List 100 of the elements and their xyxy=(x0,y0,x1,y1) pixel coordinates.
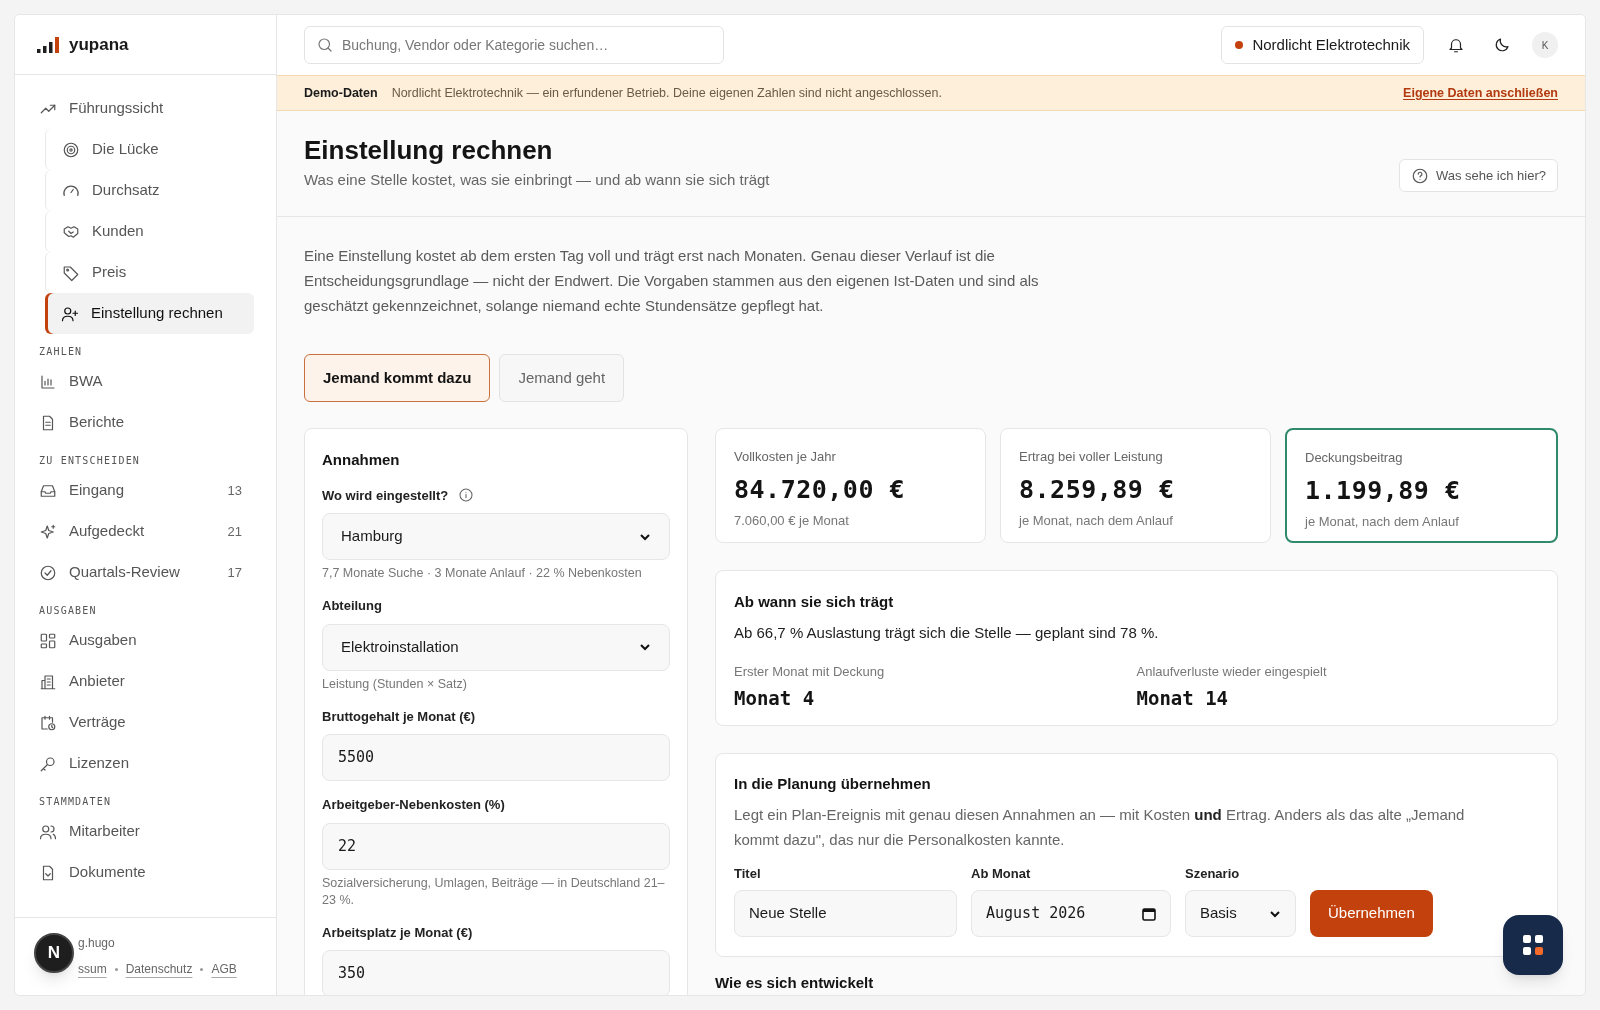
nav-item[interactable]: Die Lücke xyxy=(46,129,254,170)
footer-link[interactable]: AGB xyxy=(211,960,237,978)
select-field[interactable]: Elektroinstallation xyxy=(322,623,670,671)
logo-icon xyxy=(37,36,61,53)
breakeven-text: Ab 66,7 % Auslastung trägt sich die Stelle — geplant sind 78 %. xyxy=(734,622,1160,643)
search-icon xyxy=(316,36,334,54)
field-label: Szenario xyxy=(1185,864,1241,883)
input-field[interactable]: 350 xyxy=(322,950,670,995)
kpi-note: je Monat, nach dem Anlauf xyxy=(1019,512,1174,530)
kpi-value: 84.720,00 € xyxy=(734,473,907,506)
field-hint: Leistung (Stunden × Satz) xyxy=(322,675,468,693)
nav-label: Lizenzen xyxy=(69,753,131,774)
calendar-clock-icon xyxy=(39,713,57,732)
nav-item[interactable]: Einstellung rechnen xyxy=(45,293,254,334)
nav-item[interactable]: Preis xyxy=(46,252,254,293)
intro-paragraph: Eine Einstellung kostet ab dem ersten Tag voll und trägt erst nach Monaten. Genau dieser Verlauf ist die Entscheidungsgrundlage — nicht der Endwert. Die Vorgaben stammen aus den eigenen Ist-Daten und sind als geschätzt gekennzeichnet, solange niemand echte Stundensätze gepflegt hat. xyxy=(304,246,1040,316)
page-title: Einstellung rechnen xyxy=(304,134,554,167)
nav-item[interactable]: Mitarbeiter xyxy=(37,811,254,852)
card-title: Ab wann sie sich trägt xyxy=(734,592,895,612)
nav-label: Anbieter xyxy=(69,671,126,692)
field-label: Wo wird eingestellt? xyxy=(322,486,449,505)
count: 13 xyxy=(227,481,243,500)
card-title: Annahmen xyxy=(322,450,401,470)
users-icon xyxy=(39,822,57,841)
nav-label: Ausgaben xyxy=(69,630,138,651)
bell-icon xyxy=(1447,36,1465,54)
target-icon xyxy=(62,140,80,159)
field-label: Bruttogehalt je Monat (€) xyxy=(322,707,476,726)
nav-item[interactable]: Verträge xyxy=(37,702,254,743)
nav-item[interactable]: Durchsatz xyxy=(46,170,254,211)
select-field[interactable]: Hamburg xyxy=(322,513,670,560)
footer-link[interactable]: ssum xyxy=(78,960,107,978)
section-heading: ZAHLEN xyxy=(38,345,84,359)
card-title: In die Planung übernehmen xyxy=(734,774,932,794)
nav-item[interactable]: BWA xyxy=(37,361,254,402)
sparkle-icon xyxy=(39,522,57,541)
kpi-note: je Monat, nach dem Anlauf xyxy=(1305,513,1460,531)
key-icon xyxy=(39,754,57,773)
tab[interactable]: Jemand kommt dazu xyxy=(304,354,491,402)
kpi-value: 1.199,89 € xyxy=(1305,474,1462,507)
nav-item[interactable]: Anbieter xyxy=(37,661,254,702)
grid-icon xyxy=(39,631,57,650)
nav-item[interactable]: Aufgedeckt 21 xyxy=(37,511,254,552)
nav-label: Dokumente xyxy=(69,862,147,883)
kpi-value: 8.259,89 € xyxy=(1019,473,1176,506)
credit-text: g.hugo xyxy=(78,936,115,950)
nav-label: Aufgedeckt xyxy=(69,521,146,542)
field-hint: Sozialversicherung, Umlagen, Beiträge — in Deutschland 21–23 %. xyxy=(322,874,666,909)
count: 21 xyxy=(227,522,243,541)
metric-value: Monat 4 xyxy=(734,685,816,711)
tab[interactable]: Jemand geht xyxy=(499,354,625,402)
nav-item[interactable]: Dokumente xyxy=(37,852,254,893)
select-field[interactable]: Basis xyxy=(1185,890,1296,937)
banner-label: Demo-Daten xyxy=(304,84,378,102)
apply-button[interactable]: Übernehmen xyxy=(1310,890,1433,937)
chevron-down-icon xyxy=(639,641,651,653)
input-field[interactable]: 22 xyxy=(322,822,670,870)
input-field[interactable]: 5500 xyxy=(322,734,670,781)
input-field[interactable]: Neue Stelle xyxy=(734,890,957,937)
nav-item[interactable]: Ausgaben xyxy=(37,620,254,661)
field-label: Arbeitsplatz je Monat (€) xyxy=(322,923,473,942)
metric-label: Erster Monat mit Deckung xyxy=(734,663,886,681)
field-label: Arbeitgeber-Nebenkosten (%) xyxy=(322,796,505,814)
nav-label: Quartals-Review xyxy=(69,562,181,583)
avatar[interactable]: K xyxy=(1532,32,1558,58)
search-field[interactable]: Buchung, Vendor oder Kategorie suchen… xyxy=(304,26,724,64)
kpi-label: Vollkosten je Jahr xyxy=(734,448,837,466)
count: 17 xyxy=(227,563,243,582)
section-heading: STAMMDATEN xyxy=(38,795,113,809)
nav-item[interactable]: Lizenzen xyxy=(37,743,254,784)
company-button[interactable]: Nordlicht Elektrotechnik xyxy=(1221,26,1424,64)
grid-icon xyxy=(1522,934,1544,956)
moon-icon xyxy=(1493,36,1511,54)
help-icon xyxy=(1410,166,1429,185)
app-menu-button[interactable] xyxy=(1503,915,1563,975)
brand-name: yupana xyxy=(69,33,129,56)
nav-item[interactable]: Führungssicht xyxy=(37,88,254,129)
input-field[interactable]: August 2026 xyxy=(971,890,1171,937)
kpi-note: 7.060,00 € je Monat xyxy=(734,512,850,530)
banner-text: Nordlicht Elektrotechnik — ein erfundener Betrieb. Deine eigenen Zahlen sind nicht angeschlossen. xyxy=(391,84,943,102)
page-subtitle: Was eine Stelle kostet, was sie einbringt — und ab wann sie sich trägt xyxy=(304,170,771,190)
metric-label: Anlaufverluste wieder eingespielt xyxy=(1136,663,1328,681)
check-circle-icon xyxy=(39,563,57,582)
help-button[interactable]: Was sehe ich hier? xyxy=(1398,159,1558,192)
footer-link[interactable]: Datenschutz xyxy=(125,960,193,978)
planning-text: Legt ein Plan-Ereignis mit genau diesen Annahmen an — mit Kosten und Ertrag. Anders als das alte „Jemand kommt dazu", das nur die Personalkosten kannte. xyxy=(734,804,1466,850)
nav-item[interactable]: Berichte xyxy=(37,402,254,443)
section-title: Wie es sich entwickelt xyxy=(715,973,875,993)
connect-data-link[interactable]: Eigene Daten anschließen xyxy=(1403,83,1558,103)
nav-label: Verträge xyxy=(69,712,127,733)
search-placeholder: Buchung, Vendor oder Kategorie suchen… xyxy=(342,35,609,55)
nav-label: Mitarbeiter xyxy=(69,821,141,842)
field-label: Ab Monat xyxy=(971,864,1032,883)
nav-item[interactable]: Kunden xyxy=(46,211,254,252)
tag-icon xyxy=(62,263,80,282)
nav-item[interactable]: Quartals-Review 17 xyxy=(37,552,254,593)
building-icon xyxy=(39,672,57,691)
kpi-label: Ertrag bei voller Leistung xyxy=(1019,448,1164,466)
nav-item[interactable]: Eingang 13 xyxy=(37,470,254,511)
calendar-icon xyxy=(1142,906,1156,921)
